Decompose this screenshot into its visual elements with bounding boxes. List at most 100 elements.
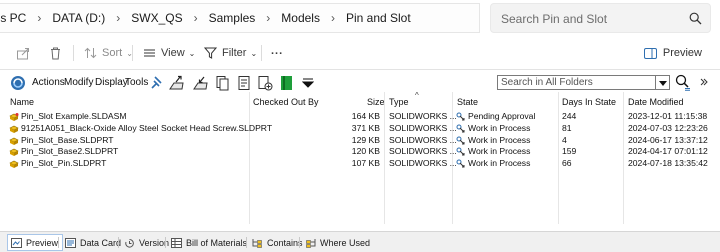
chevron-down-icon: ⌄ [188,48,196,58]
file-state: Work in Process [468,122,531,133]
preview-pane-button[interactable]: Preview [643,47,702,59]
sort-label: Sort [102,47,123,59]
tab-where-used[interactable]: Where Used [302,234,374,251]
toolbar-divider [73,45,74,61]
filter-icon [204,47,217,59]
filter-button[interactable]: Filter ⌄ [204,44,257,62]
share-button[interactable] [16,44,36,62]
file-row[interactable]: 91251A051_Black-Oxide Alloy Steel Socket… [0,123,720,135]
actions-menu[interactable]: Actions [32,77,65,88]
breadcrumb-pin-and-slot[interactable]: Pin and Slot [346,11,411,25]
trash-icon [51,47,60,60]
file-name: 91251A051_Black-Oxide Alloy Steel Socket… [21,122,273,133]
preview-pane-icon [643,47,657,59]
file-days-in-state: 4 [562,134,567,145]
tab-divider [58,237,59,248]
modify-menu[interactable]: Modify [64,77,93,88]
breadcrumb-this-pc[interactable]: his PC [0,11,26,25]
tab-divider [165,237,166,248]
file-date-modified: 2024-06-17 13:37:12 [628,134,708,145]
toolbar-overflow-icon[interactable] [302,78,314,88]
file-list-header: Name Checked Out By Size Type State Days… [0,95,720,109]
add-file-icon[interactable] [257,75,273,91]
file-state: Work in Process [468,158,531,169]
copy-tree-icon[interactable] [236,75,252,91]
file-size: 107 KB [351,158,380,169]
file-state: Work in Process [468,134,531,145]
column-header-type[interactable]: Type [389,97,409,107]
tab-bill-of-materials[interactable]: Bill of Materials [168,234,251,251]
view-button[interactable]: View ⌄ [143,44,195,62]
pdm-vault-icon[interactable] [10,75,26,91]
workflow-state-icon [456,124,465,133]
bom-icon [171,237,182,248]
tab-label: Where Used [320,237,371,248]
file-days-in-state: 66 [562,158,572,169]
workflow-state-icon [456,159,465,168]
tab-label: Bill of Materials [186,237,248,248]
chevron-right-icon: › [116,11,121,25]
pin-icon[interactable] [150,75,164,91]
tab-preview[interactable]: Preview [7,234,64,251]
chevron-down-icon: ⌄ [250,48,258,58]
search-icon [689,12,702,25]
get-latest-icon[interactable] [215,75,231,91]
chevron-right-icon: › [193,11,198,25]
file-row[interactable]: Pin_Slot Example.SLDASM 164 KB SOLIDWORK… [0,111,720,123]
display-menu[interactable]: Display [95,77,128,88]
breadcrumb-samples[interactable]: Samples [209,11,256,25]
delete-button[interactable] [49,44,67,62]
contains-icon [252,238,262,248]
view-label: View [161,47,185,59]
file-type: SOLIDWORKS ... [389,134,457,145]
part-file-icon [9,149,19,157]
file-date-modified: 2024-07-03 12:23:26 [628,122,708,133]
check-out-icon[interactable] [168,75,186,91]
workflow-state-icon [456,136,465,145]
file-date-modified: 2023-12-01 11:15:38 [628,111,708,121]
column-header-date-modified[interactable]: Date Modified [628,97,684,107]
more-options-button[interactable]: ... [271,42,283,60]
share-icon [17,48,29,60]
column-header-checked-out-by[interactable]: Checked Out By [253,97,319,107]
search-input[interactable]: Search Pin and Slot [490,3,711,33]
tab-data-card[interactable]: Data Card [62,234,125,251]
breadcrumb-swx-qs[interactable]: SWX_QS [131,11,182,25]
breadcrumb-data-drive[interactable]: DATA (D:) [52,11,105,25]
file-size: 371 KB [351,122,380,133]
breadcrumb: his PC › DATA (D:) › SWX_QS › Samples › … [0,3,480,33]
version-icon [125,238,134,248]
breadcrumb-models[interactable]: Models [281,11,320,25]
file-row[interactable]: Pin_Slot_Pin.SLDPRT 107 KB SOLIDWORKS ..… [0,158,720,170]
preview-icon [11,237,22,248]
tab-divider [118,237,119,248]
chevron-right-icon: › [330,11,335,25]
file-type: SOLIDWORKS ... [389,146,457,157]
part-file-icon [9,137,19,145]
divider [0,69,720,70]
sort-ascending-icon: ^ [415,91,419,100]
search-placeholder: Search Pin and Slot [501,12,608,26]
chevron-right-icon: › [37,11,42,25]
sort-button[interactable]: Sort ⌄ [84,44,133,62]
tools-menu[interactable]: Tools [125,77,148,88]
pdm-search-dropdown[interactable] [656,75,670,90]
file-row[interactable]: Pin_Slot_Base.SLDPRT 129 KB SOLIDWORKS .… [0,135,720,147]
overflow-arrow-icon[interactable] [700,78,708,88]
column-header-name[interactable]: Name [10,97,34,107]
column-header-size[interactable]: Size [367,97,385,107]
column-header-days-in-state[interactable]: Days In State [562,97,616,107]
check-in-icon[interactable] [192,75,210,91]
where-used-icon [306,238,316,248]
workflow-state-icon [456,147,465,156]
tab-contains[interactable]: Contains [249,234,307,251]
pdm-search-input[interactable]: Search in All Folders [497,75,656,90]
column-header-state[interactable]: State [457,97,478,107]
tab-label: Data Card [80,237,122,248]
pdm-search-icon[interactable] [675,74,691,91]
file-days-in-state: 244 [562,111,577,121]
address-bar: his PC › DATA (D:) › SWX_QS › Samples › … [0,0,720,36]
file-row[interactable]: Pin_Slot_Base2.SLDPRT 120 KB SOLIDWORKS … [0,146,720,158]
filter-label: Filter [222,47,247,59]
pdm-green-book-icon[interactable] [280,75,293,91]
